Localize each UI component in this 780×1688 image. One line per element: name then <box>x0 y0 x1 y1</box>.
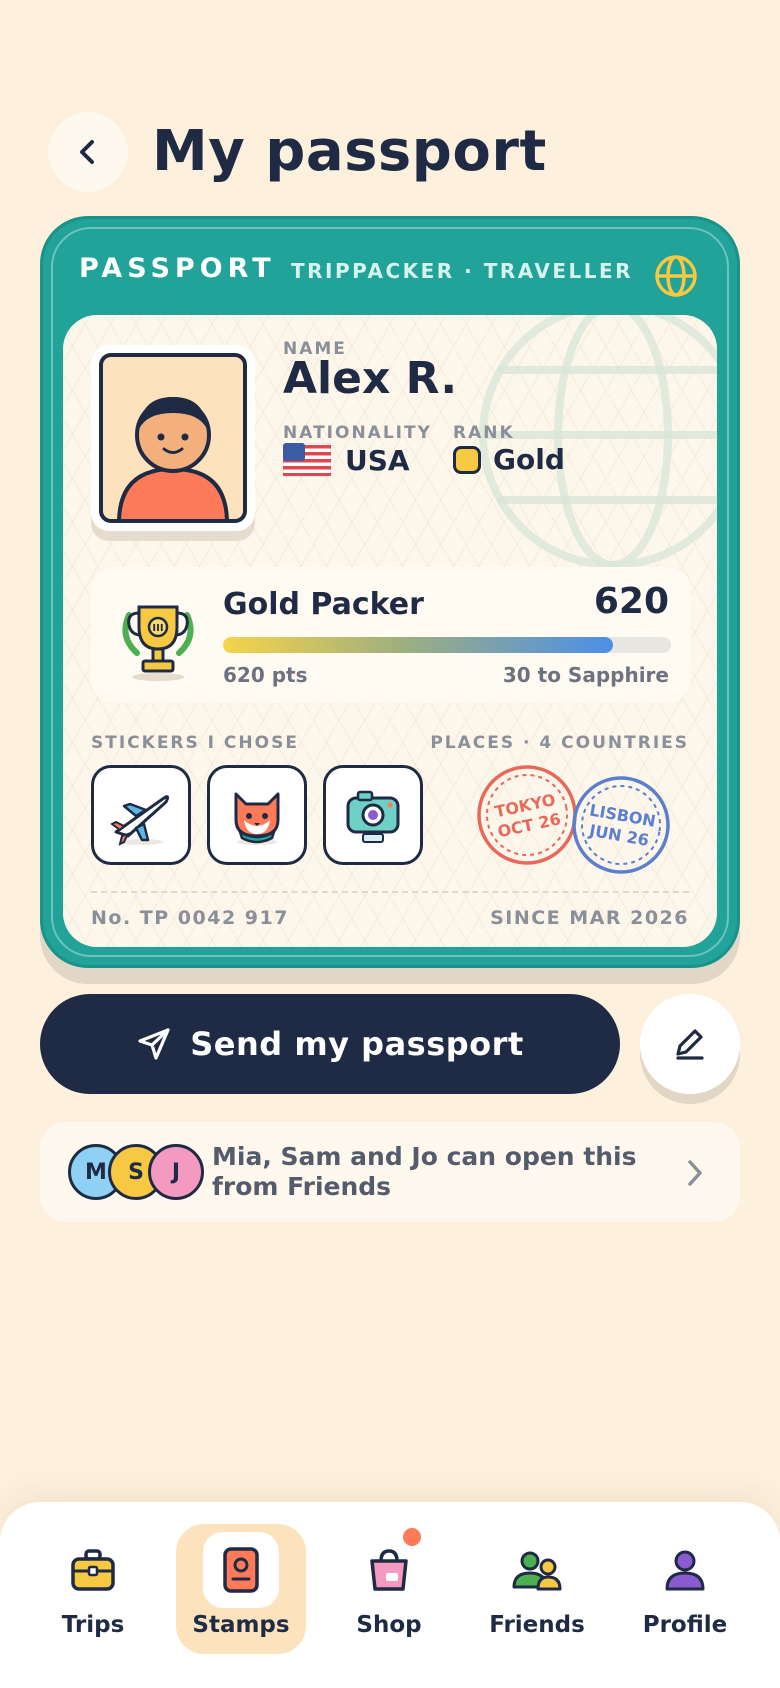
nav-stamps-label: Stamps <box>192 1612 290 1638</box>
tier-progress-fill <box>223 637 613 653</box>
passport-card: PASSPORT TRIPPACKER · TRAVELLER NAME Ale… <box>40 216 740 968</box>
globe-icon <box>655 255 697 297</box>
us-flag-icon <box>283 443 331 477</box>
passport-icon <box>223 1547 259 1593</box>
svg-text:III: III <box>152 623 163 634</box>
airplane-icon <box>110 795 170 846</box>
passport-page: NAME Alex R. NATIONALITY USA RANK Gold I… <box>63 315 717 947</box>
tier-name: Gold Packer <box>223 587 424 622</box>
friends-access-text: Mia, Sam and Jo can open this from Frien… <box>212 1142 637 1201</box>
nav-friends[interactable]: Friends <box>472 1524 602 1654</box>
tier-points: 620 <box>593 581 669 622</box>
nav-trips[interactable]: Trips <box>28 1524 158 1654</box>
nav-profile-label: Profile <box>642 1612 728 1638</box>
tokyo-stamp: TOKYO OCT 26 <box>477 765 577 865</box>
friend-avatar-j: J <box>148 1144 204 1200</box>
trophy-icon: III <box>122 605 194 681</box>
rank-label: RANK <box>453 423 515 443</box>
bottom-nav: Trips Stamps Shop Friends Profile <box>0 1502 780 1688</box>
friends-access-row[interactable]: M S J Mia, Sam and Jo can open this from… <box>40 1122 740 1222</box>
fox-sticker[interactable] <box>207 765 307 865</box>
airplane-sticker[interactable] <box>91 765 191 865</box>
pencil-icon <box>676 1029 704 1060</box>
send-icon <box>138 1028 170 1060</box>
fox-icon <box>234 792 280 845</box>
friends-icon <box>512 1551 562 1591</box>
places-label: PLACES · 4 COUNTRIES <box>430 733 689 753</box>
shopping-bag-icon <box>370 1549 408 1591</box>
passport-subheading: TRIPPACKER · TRAVELLER <box>291 259 634 283</box>
passport-number: No. TP 0042 917 <box>91 907 289 929</box>
back-button[interactable] <box>48 112 128 192</box>
nav-stamps[interactable]: Stamps <box>176 1524 306 1654</box>
chevron-left-icon <box>80 140 94 164</box>
gold-rank-icon <box>453 445 481 474</box>
camera-sticker[interactable] <box>323 765 423 865</box>
page-title: My passport <box>152 119 547 184</box>
stickers-label: STICKERS I CHOSE <box>91 733 299 753</box>
nav-profile[interactable]: Profile <box>620 1524 750 1654</box>
rank-text: Gold <box>493 443 565 476</box>
avatar-illustration <box>117 397 229 519</box>
lisbon-stamp: LISBON JUN 26 <box>572 776 670 874</box>
divider <box>91 891 689 893</box>
nav-friends-label: Friends <box>489 1612 585 1638</box>
rank-value: Gold <box>453 443 565 476</box>
profile-photo <box>91 345 255 531</box>
tier-progress-bar <box>223 637 671 653</box>
chevron-right-icon <box>688 1160 702 1186</box>
passport-heading: PASSPORT <box>79 253 276 284</box>
nav-trips-label: Trips <box>61 1612 125 1638</box>
suitcase-icon <box>71 1549 115 1591</box>
profile-icon <box>665 1550 705 1591</box>
remaining-text: 30 to Sapphire <box>502 663 669 687</box>
camera-icon <box>346 790 400 843</box>
nav-shop-label: Shop <box>356 1612 422 1638</box>
edit-button[interactable] <box>640 994 740 1094</box>
shop-notification-badge <box>403 1528 421 1546</box>
nationality-value: USA <box>283 443 410 477</box>
send-passport-label: Send my passport <box>190 1025 524 1063</box>
nationality-label: NATIONALITY <box>283 423 432 443</box>
send-passport-button[interactable]: Send my passport <box>40 994 620 1094</box>
nationality-text: USA <box>345 443 410 477</box>
passport-name: Alex R. <box>283 353 458 404</box>
points-text: 620 pts <box>223 663 308 687</box>
tier-progress-panel: III Gold Packer 620 620 pts 30 to Sapphi… <box>91 567 691 703</box>
nav-shop[interactable]: Shop <box>324 1524 454 1654</box>
member-since: SINCE MAR 2026 <box>490 907 689 929</box>
